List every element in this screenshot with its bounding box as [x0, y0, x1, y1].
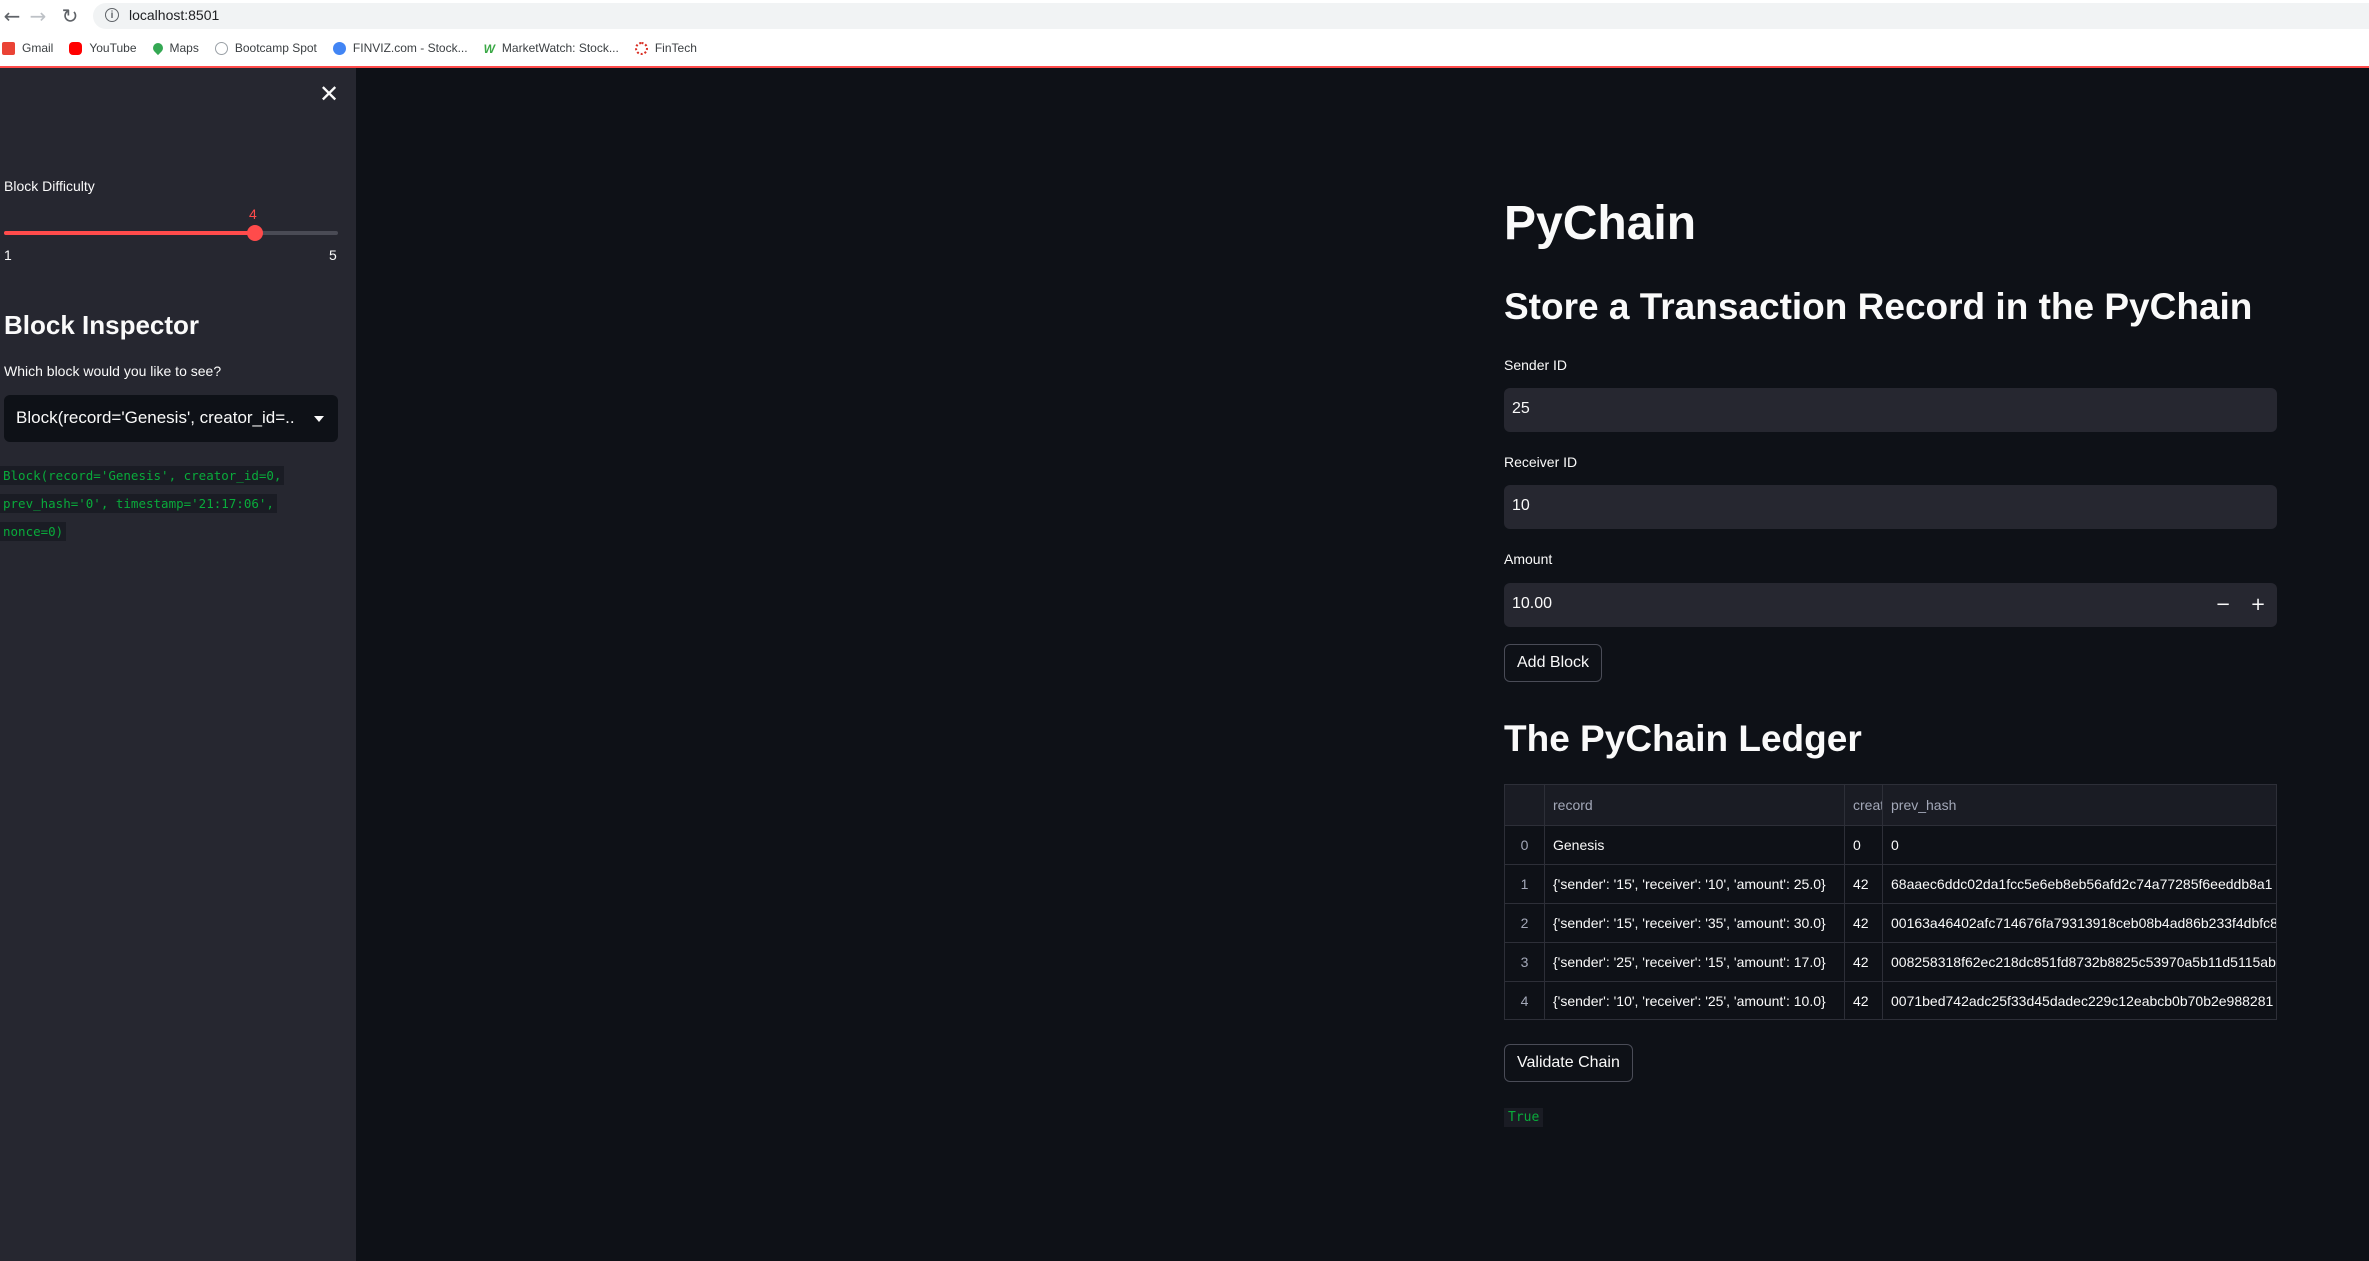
record-cell: {'sender': '15', 'receiver': '10', 'amou… [1545, 865, 1845, 903]
bookmarks-bar: Gmail YouTube Maps Bootcamp Spot FINVIZ.… [0, 36, 713, 60]
bookmark-youtube[interactable]: YouTube [69, 41, 137, 55]
gmail-icon [2, 41, 15, 55]
prev-hash-cell: 008258318f62ec218dc851fd8732b8825c53970a… [1891, 954, 2276, 970]
validate-chain-button[interactable]: Validate Chain [1504, 1044, 1633, 1082]
table-row[interactable]: 1 {'sender': '15', 'receiver': '10', 'am… [1505, 865, 2276, 904]
slider-fill [4, 231, 255, 235]
address-row: ← → ↻ i localhost:8501 [0, 0, 2369, 32]
site-info-icon[interactable]: i [105, 8, 119, 22]
block-detail-code: Block(record='Genesis', creator_id=0, pr… [0, 462, 330, 546]
block-select[interactable]: Block(record='Genesis', creator_id=... [4, 395, 338, 442]
row-index: 4 [1505, 982, 1545, 1019]
youtube-icon [69, 41, 83, 55]
creator-cell: 42 [1845, 943, 1883, 981]
sender-label: Sender ID [1504, 357, 1568, 373]
creator-cell: 42 [1845, 982, 1883, 1019]
sender-id-value: 25 [1512, 400, 1530, 417]
decrement-button[interactable]: − [2209, 591, 2237, 619]
bookmark-label: FinTech [654, 41, 697, 55]
header-creator[interactable]: creat [1845, 785, 1883, 825]
row-index: 0 [1505, 826, 1545, 864]
bookmark-gmail[interactable]: Gmail [2, 41, 53, 55]
bookmark-label: MarketWatch: Stock... [501, 41, 619, 55]
slider-value-label: 4 [249, 206, 257, 222]
bookmark-label: FINVIZ.com - Stock... [352, 41, 468, 55]
record-cell: Genesis [1545, 826, 1845, 864]
bookmark-fintech[interactable]: FinTech [634, 41, 697, 55]
chevron-down-icon [314, 416, 324, 422]
creator-cell: 42 [1845, 904, 1883, 942]
table-row[interactable]: 3 {'sender': '25', 'receiver': '15', 'am… [1505, 943, 2276, 982]
block-detail-line: prev_hash='0', timestamp='21:17:06', [0, 494, 277, 513]
bookmark-label: Maps [169, 41, 199, 55]
back-arrow-icon[interactable]: ← [0, 4, 24, 28]
bookmark-label: YouTube [89, 41, 137, 55]
maps-icon [150, 40, 165, 56]
creator-cell: 0 [1845, 826, 1883, 864]
prev-hash-cell: 68aaec6ddc02da1fcc5e6eb8eb56afd2c74a7728… [1891, 876, 2273, 892]
form-title: Store a Transaction Record in the PyChai… [1504, 286, 2253, 327]
prev-hash-cell: 0071bed742adc25f33d45dadec229c12eabcb0b7… [1891, 993, 2274, 1009]
block-select-value: Block(record='Genesis', creator_id=... [16, 408, 296, 427]
record-cell: {'sender': '15', 'receiver': '35', 'amou… [1545, 904, 1845, 942]
amount-value: 10.00 [1512, 595, 1553, 612]
bookmark-label: Gmail [22, 41, 54, 55]
block-detail-line: Block(record='Genesis', creator_id=0, [0, 466, 285, 485]
table-row[interactable]: 0 Genesis 0 0 [1505, 826, 2276, 865]
record-cell: {'sender': '10', 'receiver': '25', 'amou… [1545, 982, 1845, 1019]
bookmark-finviz[interactable]: FINVIZ.com - Stock... [332, 41, 468, 55]
sidebar: ✕ Block Difficulty 4 1 5 Block Inspector… [0, 68, 356, 1261]
add-block-button[interactable]: Add Block [1504, 644, 1603, 682]
bookmark-bootcamp-spot[interactable]: Bootcamp Spot [214, 41, 317, 55]
prev-hash-cell: 0 [1891, 837, 1899, 853]
finviz-icon [332, 41, 346, 55]
receiver-id-input[interactable]: 10 [1504, 485, 2277, 529]
page-title: PyChain [1504, 197, 1697, 250]
prev-hash-cell: 00163a46402afc714676fa79313918ceb08b4ad8… [1891, 915, 2277, 931]
table-row[interactable]: 2 {'sender': '15', 'receiver': '35', 'am… [1505, 904, 2277, 943]
bookmark-marketwatch[interactable]: W MarketWatch: Stock... [483, 41, 619, 56]
increment-button[interactable]: + [2244, 591, 2272, 619]
header-prev-hash[interactable]: prev_hash [1883, 785, 2276, 825]
marketwatch-icon: W [483, 41, 495, 56]
difficulty-slider[interactable] [4, 225, 338, 241]
ledger-title: The PyChain Ledger [1504, 718, 1862, 759]
address-bar[interactable]: i localhost:8501 [93, 3, 2369, 29]
bookmark-label: Bootcamp Spot [234, 41, 317, 55]
globe-icon [214, 41, 228, 55]
slider-thumb[interactable] [246, 225, 263, 241]
forward-arrow-icon[interactable]: → [26, 4, 50, 28]
table-header-row: record creat prev_hash [1505, 785, 2276, 826]
block-detail-line: nonce=0) [0, 522, 67, 541]
block-inspector-title: Block Inspector [4, 310, 200, 340]
bookmark-maps[interactable]: Maps [150, 40, 199, 56]
sender-id-input[interactable]: 25 [1504, 388, 2277, 432]
amount-label: Amount [1504, 551, 1553, 567]
receiver-id-value: 10 [1512, 497, 1530, 514]
reload-icon[interactable]: ↻ [58, 4, 82, 28]
row-index: 1 [1505, 865, 1545, 903]
slider-min-label: 1 [4, 247, 12, 263]
row-index: 2 [1505, 904, 1545, 942]
validation-result: True [1504, 1108, 1544, 1127]
difficulty-label: Block Difficulty [4, 178, 95, 194]
receiver-label: Receiver ID [1504, 454, 1578, 470]
header-record[interactable]: record [1545, 785, 1845, 825]
amount-input[interactable]: 10.00 − + [1504, 583, 2277, 627]
block-select-label: Which block would you like to see? [4, 363, 222, 379]
table-row[interactable]: 4 {'sender': '10', 'receiver': '25', 'am… [1505, 982, 2276, 1019]
browser-chrome: ← → ↻ i localhost:8501 Gmail YouTube Map… [0, 0, 2369, 68]
fintech-icon [634, 41, 648, 55]
record-cell: {'sender': '25', 'receiver': '15', 'amou… [1545, 943, 1845, 981]
creator-cell: 42 [1845, 865, 1883, 903]
ledger-table: record creat prev_hash 0 Genesis 0 0 1 {… [1504, 784, 2277, 1020]
slider-max-label: 5 [329, 247, 337, 263]
row-index: 3 [1505, 943, 1545, 981]
close-sidebar-icon[interactable]: ✕ [317, 82, 341, 106]
header-index [1505, 785, 1545, 825]
url-text: localhost:8501 [129, 7, 220, 23]
